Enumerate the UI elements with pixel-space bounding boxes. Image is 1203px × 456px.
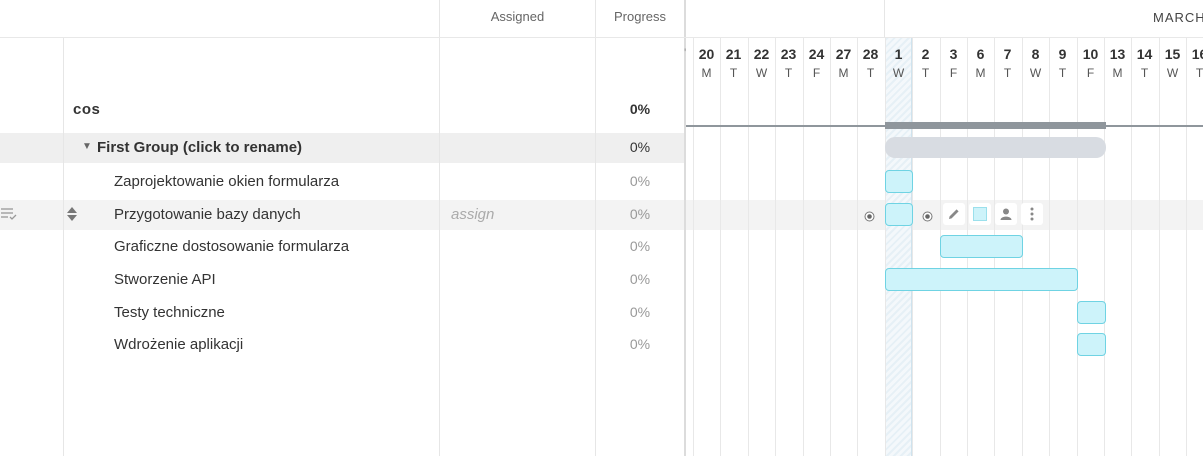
timeline-day-letter: W	[1029, 66, 1042, 80]
collapse-triangle-icon[interactable]: ▼	[82, 141, 92, 152]
more-options-icon[interactable]	[1021, 203, 1043, 225]
task-name[interactable]: Stworzenie API	[114, 271, 216, 288]
timeline-date-number: 22	[753, 46, 770, 62]
timeline-day-gridline	[1131, 38, 1132, 456]
timeline-day-gridline	[1104, 38, 1105, 456]
task-bar[interactable]	[1077, 301, 1106, 324]
group-progress: 0%	[629, 139, 651, 155]
column-divider[interactable]	[684, 0, 686, 456]
timeline-day-letter: M	[701, 66, 712, 80]
column-divider	[439, 0, 440, 456]
color-swatch-icon[interactable]	[969, 203, 991, 225]
task-name[interactable]: Wdrożenie aplikacji	[114, 336, 243, 353]
project-bar[interactable]	[885, 122, 1106, 129]
timeline-date-number: 3	[949, 46, 958, 62]
project-name[interactable]: cos	[73, 101, 100, 118]
timeline-date-number: 24	[808, 46, 825, 62]
timeline-date-number: 2	[921, 46, 930, 62]
timeline-day-letter: W	[1166, 66, 1179, 80]
task-bar[interactable]	[885, 203, 913, 226]
timeline-day-letter: F	[812, 66, 821, 80]
timeline-day-letter: W	[755, 66, 768, 80]
task-progress: 0%	[629, 271, 651, 287]
timeline-day-letter: T	[729, 66, 738, 80]
task-bar[interactable]	[1077, 333, 1106, 356]
timeline-day-gridline	[885, 38, 886, 456]
timeline-day-letter: T	[1140, 66, 1149, 80]
timeline-day-letter: T	[784, 66, 793, 80]
timeline-day-letter: T	[921, 66, 930, 80]
task-bar[interactable]	[885, 268, 1078, 291]
column-divider	[63, 38, 64, 456]
progress-column-header[interactable]: Progress	[596, 9, 684, 24]
timeline-day-gridline	[748, 38, 749, 456]
timeline-day-gridline	[1049, 38, 1050, 456]
timeline-date-number: 9	[1058, 46, 1067, 62]
timeline-day-letter: T	[1195, 66, 1203, 80]
today-column	[885, 38, 912, 456]
timeline-date-number: 10	[1082, 46, 1099, 62]
timeline-day-gridline	[720, 38, 721, 456]
timeline-day-gridline	[857, 38, 858, 456]
edit-pencil-icon[interactable]	[943, 203, 965, 225]
timeline-day-letter: W	[892, 66, 905, 80]
timeline-day-gridline	[1159, 38, 1160, 456]
timeline-day-letter: F	[949, 66, 958, 80]
task-name[interactable]: Testy techniczne	[114, 304, 225, 321]
timeline-date-number: 20	[698, 46, 715, 62]
group-bar[interactable]	[885, 137, 1106, 158]
task-name[interactable]: Graficzne dostosowanie formularza	[114, 238, 349, 255]
timeline-day-letter: T	[1003, 66, 1012, 80]
timeline-date-number: 21	[725, 46, 742, 62]
month-label: MARCH	[1153, 10, 1203, 25]
timeline-day-gridline	[1077, 38, 1078, 456]
timeline-date-number: 15	[1164, 46, 1181, 62]
task-bar[interactable]	[940, 235, 1023, 258]
timeline-day-letter: M	[838, 66, 849, 80]
link-start-handle-icon[interactable]	[864, 209, 875, 222]
task-name[interactable]: Zaprojektowanie okien formularza	[114, 173, 339, 190]
timeline-date-number: 14	[1136, 46, 1153, 62]
timeline-day-letter: M	[975, 66, 986, 80]
timeline-day-letter: M	[1112, 66, 1123, 80]
task-bar[interactable]	[885, 170, 913, 193]
timeline-day-gridline	[830, 38, 831, 456]
task-progress: 0%	[629, 336, 651, 352]
timeline-day-gridline	[775, 38, 776, 456]
month-divider	[884, 0, 885, 38]
timeline-day-gridline	[912, 38, 913, 456]
task-progress: 0%	[629, 238, 651, 254]
timeline-day-letter: T	[1058, 66, 1067, 80]
task-progress: 0%	[629, 304, 651, 320]
timeline-day-gridline	[803, 38, 804, 456]
row-details-icon[interactable]	[0, 206, 18, 222]
timeline-date-number: 6	[976, 46, 985, 62]
assign-link[interactable]: assign	[451, 206, 494, 223]
column-divider	[595, 0, 596, 456]
timeline-partial-tick: '	[684, 46, 687, 60]
group-name[interactable]: First Group (click to rename)	[97, 139, 302, 156]
timeline-day-letter: F	[1086, 66, 1095, 80]
timeline-day-gridline	[1186, 38, 1187, 456]
timeline-date-number: 13	[1109, 46, 1126, 62]
assigned-column-header[interactable]: Assigned	[440, 9, 595, 24]
timeline-date-number: 23	[780, 46, 797, 62]
project-progress: 0%	[629, 101, 651, 117]
task-progress: 0%	[629, 173, 651, 189]
timeline-date-number: 8	[1031, 46, 1040, 62]
task-progress: 0%	[629, 206, 651, 222]
link-end-handle-icon[interactable]	[922, 209, 933, 222]
assign-person-icon[interactable]	[995, 203, 1017, 225]
drag-handle-icon[interactable]	[66, 206, 78, 222]
timeline-day-gridline	[693, 38, 694, 456]
task-name[interactable]: Przygotowanie bazy danych	[114, 206, 301, 223]
timeline-date-number: 27	[835, 46, 852, 62]
timeline-date-number: 16	[1191, 46, 1203, 62]
timeline-date-number: 1	[894, 46, 903, 62]
timeline-day-letter: T	[866, 66, 875, 80]
timeline-date-number: 7	[1003, 46, 1012, 62]
timeline-date-number: 28	[862, 46, 879, 62]
